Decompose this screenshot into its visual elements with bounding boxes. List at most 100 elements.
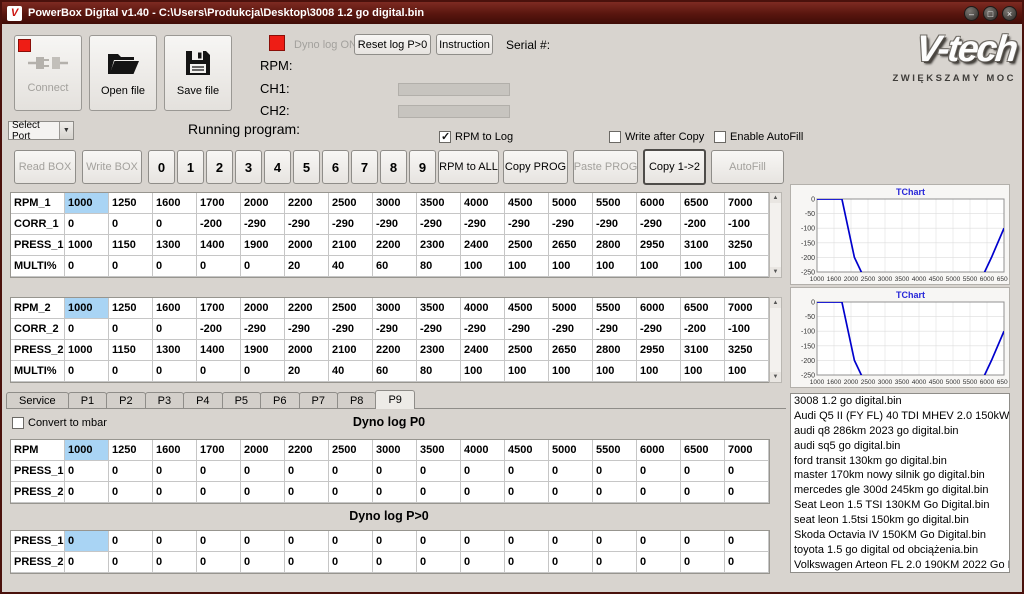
tab-p1[interactable]: P1 bbox=[68, 392, 107, 408]
digit-button-7[interactable]: 7 bbox=[351, 150, 378, 184]
digit-button-2[interactable]: 2 bbox=[206, 150, 233, 184]
chevron-down-icon[interactable]: ▼ bbox=[59, 122, 73, 139]
grid-cell[interactable]: 7000 bbox=[725, 193, 769, 214]
grid-cell[interactable]: 0 bbox=[197, 531, 241, 552]
autofill-button[interactable]: AutoFill bbox=[711, 150, 784, 184]
grid-cell[interactable]: 2950 bbox=[637, 235, 681, 256]
grid-cell[interactable]: 0 bbox=[681, 461, 725, 482]
grid-cell[interactable]: 0 bbox=[329, 482, 373, 503]
copy-prog-button[interactable]: Copy PROG bbox=[503, 150, 568, 184]
grid-cell[interactable]: 80 bbox=[417, 361, 461, 382]
grid-cell[interactable]: -290 bbox=[549, 319, 593, 340]
grid-cell[interactable]: 0 bbox=[505, 531, 549, 552]
rpm-to-log-checkbox[interactable]: RPM to Log bbox=[439, 131, 513, 143]
grid-cell[interactable]: 4000 bbox=[461, 440, 505, 461]
grid-cell[interactable]: -290 bbox=[637, 214, 681, 235]
grid-cell[interactable]: 0 bbox=[461, 531, 505, 552]
grid-cell[interactable]: 20 bbox=[285, 256, 329, 277]
grid-cell[interactable]: 3000 bbox=[373, 298, 417, 319]
grid-cell[interactable]: 1150 bbox=[109, 340, 153, 361]
grid-cell[interactable]: 1000 bbox=[65, 235, 109, 256]
grid-cell[interactable]: 5000 bbox=[549, 440, 593, 461]
grid-cell[interactable]: -290 bbox=[461, 214, 505, 235]
grid-cell[interactable]: 100 bbox=[681, 361, 725, 382]
grid-cell[interactable]: 5500 bbox=[593, 193, 637, 214]
grid-cell[interactable]: 4000 bbox=[461, 298, 505, 319]
grid-cell[interactable]: 1250 bbox=[109, 298, 153, 319]
digit-button-6[interactable]: 6 bbox=[322, 150, 349, 184]
grid-cell[interactable]: 3500 bbox=[417, 440, 461, 461]
tab-p5[interactable]: P5 bbox=[222, 392, 261, 408]
close-button[interactable]: × bbox=[1002, 6, 1017, 21]
grid-cell[interactable]: 1000 bbox=[65, 298, 109, 319]
grid-cell[interactable]: 0 bbox=[593, 552, 637, 573]
file-list-item[interactable]: Audi Q5 II (FY FL) 40 TDI MHEV 2.0 150kW… bbox=[791, 409, 1009, 424]
grid-cell[interactable]: 0 bbox=[241, 461, 285, 482]
grid-cell[interactable]: 0 bbox=[725, 461, 769, 482]
grid-cell[interactable]: -200 bbox=[197, 319, 241, 340]
grid-cell[interactable]: 0 bbox=[549, 461, 593, 482]
grid-cell[interactable]: 1700 bbox=[197, 193, 241, 214]
grid-cell[interactable]: -290 bbox=[505, 214, 549, 235]
file-list-item[interactable]: toyota 1.5 go digital od obciążenia.bin bbox=[791, 543, 1009, 558]
paste-prog-button[interactable]: Paste PROG bbox=[573, 150, 638, 184]
scroll-down-icon[interactable]: ▼ bbox=[770, 372, 781, 382]
grid-cell[interactable]: 2100 bbox=[329, 340, 373, 361]
grid-cell[interactable]: 2300 bbox=[417, 340, 461, 361]
file-list-item[interactable]: mercedes gle 300d 245km go digital.bin bbox=[791, 483, 1009, 498]
grid-cell[interactable]: 0 bbox=[65, 461, 109, 482]
grid-cell[interactable]: 2000 bbox=[285, 235, 329, 256]
grid-cell[interactable]: 0 bbox=[417, 552, 461, 573]
grid-cell[interactable]: 0 bbox=[65, 319, 109, 340]
grid-cell[interactable]: 1600 bbox=[153, 193, 197, 214]
grid-cell[interactable]: 0 bbox=[549, 531, 593, 552]
grid-cell[interactable]: -100 bbox=[725, 319, 769, 340]
checkbox-box[interactable] bbox=[609, 131, 621, 143]
grid-cell[interactable]: 100 bbox=[593, 361, 637, 382]
grid-cell[interactable]: 0 bbox=[681, 531, 725, 552]
grid-cell[interactable]: 0 bbox=[109, 552, 153, 573]
grid-cell[interactable]: -290 bbox=[241, 319, 285, 340]
write-box-button[interactable]: Write BOX bbox=[82, 150, 142, 184]
grid-cell[interactable]: 2800 bbox=[593, 235, 637, 256]
grid-cell[interactable]: 2500 bbox=[505, 235, 549, 256]
grid-cell[interactable]: 1400 bbox=[197, 235, 241, 256]
grid-cell[interactable]: 0 bbox=[637, 552, 681, 573]
grid-cell[interactable]: 2500 bbox=[505, 340, 549, 361]
grid-cell[interactable]: 0 bbox=[329, 461, 373, 482]
grid-cell[interactable]: 3000 bbox=[373, 440, 417, 461]
grid-cell[interactable]: 40 bbox=[329, 361, 373, 382]
select-port-dropdown[interactable]: Select Port ▼ bbox=[8, 121, 74, 140]
grid-cell[interactable]: -290 bbox=[417, 214, 461, 235]
grid-cell[interactable]: 0 bbox=[109, 482, 153, 503]
digit-button-3[interactable]: 3 bbox=[235, 150, 262, 184]
grid-cell[interactable]: 1000 bbox=[65, 193, 109, 214]
grid-cell[interactable]: 1000 bbox=[65, 340, 109, 361]
grid-cell[interactable]: 0 bbox=[65, 214, 109, 235]
grid-cell[interactable]: 0 bbox=[681, 552, 725, 573]
grid-cell[interactable]: 0 bbox=[681, 482, 725, 503]
grid-cell[interactable]: 0 bbox=[417, 461, 461, 482]
grid-cell[interactable]: 0 bbox=[109, 319, 153, 340]
grid-cell[interactable]: -290 bbox=[329, 319, 373, 340]
grid-cell[interactable]: 1600 bbox=[153, 298, 197, 319]
grid-cell[interactable]: 0 bbox=[153, 319, 197, 340]
grid-cell[interactable]: -290 bbox=[329, 214, 373, 235]
grid-cell[interactable]: 3250 bbox=[725, 235, 769, 256]
grid-cell[interactable]: 5000 bbox=[549, 193, 593, 214]
grid-cell[interactable]: 2000 bbox=[241, 298, 285, 319]
grid-cell[interactable]: -290 bbox=[285, 319, 329, 340]
grid-cell[interactable]: 0 bbox=[329, 531, 373, 552]
grid-cell[interactable]: 5500 bbox=[593, 298, 637, 319]
grid-cell[interactable]: 40 bbox=[329, 256, 373, 277]
grid-cell[interactable]: -290 bbox=[461, 319, 505, 340]
grid-cell[interactable]: 0 bbox=[65, 361, 109, 382]
grid-cell[interactable]: 4500 bbox=[505, 440, 549, 461]
grid-cell[interactable]: 0 bbox=[197, 461, 241, 482]
grid-cell[interactable]: 100 bbox=[505, 361, 549, 382]
grid-cell[interactable]: 0 bbox=[373, 552, 417, 573]
grid-cell[interactable]: 3100 bbox=[681, 340, 725, 361]
grid-cell[interactable]: 0 bbox=[241, 256, 285, 277]
grid-cell[interactable]: 0 bbox=[197, 552, 241, 573]
grid-cell[interactable]: 0 bbox=[505, 482, 549, 503]
